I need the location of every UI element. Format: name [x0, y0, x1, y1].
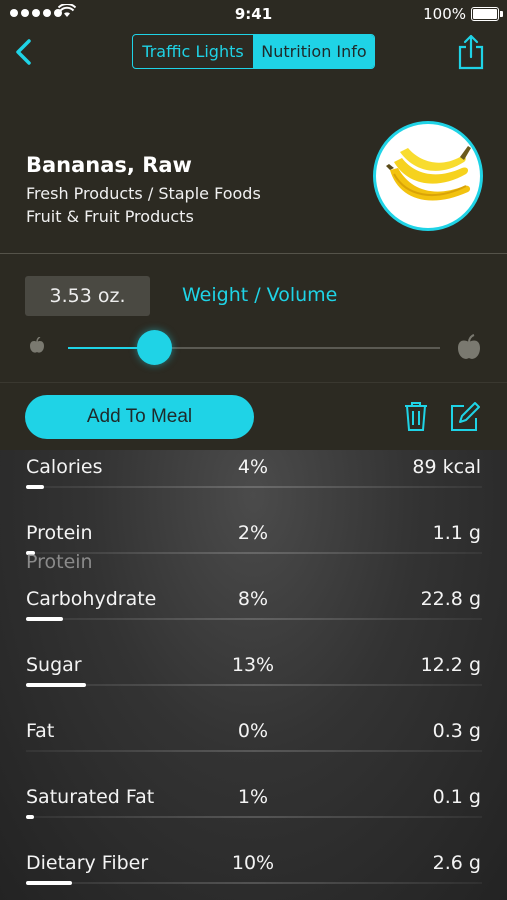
nutrition-list: Calories 4% 89 kcal Protein 2% 1.1 g Pro…	[0, 450, 507, 900]
nutrient-name: Calories	[26, 456, 103, 478]
row-divider	[26, 816, 482, 818]
food-subcategory: Fruit & Fruit Products	[26, 207, 194, 226]
nutrient-bar	[26, 683, 86, 687]
nutrient-row-sugar[interactable]: Sugar 13% 12.2 g	[0, 654, 507, 687]
nutrient-row-saturated-fat[interactable]: Saturated Fat 1% 0.1 g	[0, 786, 507, 819]
slider-thumb[interactable]	[137, 330, 172, 365]
nutrient-bar	[26, 881, 72, 885]
food-image	[373, 121, 483, 231]
small-apple-icon	[30, 337, 44, 353]
trash-icon[interactable]	[404, 400, 428, 432]
row-divider	[26, 552, 482, 554]
nutrient-name: Protein	[26, 522, 93, 544]
banana-illustration	[386, 146, 471, 201]
food-category: Fresh Products / Staple Foods	[26, 184, 261, 203]
nutrient-value: 0.3 g	[432, 720, 481, 742]
weight-slider[interactable]	[68, 330, 440, 365]
nutrient-percent: 2%	[237, 522, 269, 544]
nutrient-name: Carbohydrate	[26, 588, 157, 610]
nutrient-bar	[26, 485, 44, 489]
large-apple-icon	[458, 334, 480, 359]
back-chevron-icon[interactable]	[12, 37, 38, 67]
header-panel: 9:41 100% Traffic Lights Nutrition Info …	[0, 0, 507, 450]
battery-percent: 100%	[423, 5, 466, 23]
nutrient-row-dietary-fiber[interactable]: Dietary Fiber 10% 2.6 g	[0, 852, 507, 885]
row-divider	[26, 750, 482, 752]
drag-ghost-label: Protein	[26, 551, 93, 573]
nutrient-row-protein[interactable]: Protein 2% 1.1 g	[0, 522, 507, 555]
nutrient-name: Saturated Fat	[26, 786, 155, 808]
tab-nutrition-info[interactable]: Nutrition Info	[254, 35, 374, 68]
weight-value[interactable]: 3.53 oz.	[25, 276, 150, 316]
nutrient-percent: 13%	[231, 654, 275, 676]
nutrient-percent: 0%	[237, 720, 269, 742]
nutrient-name: Sugar	[26, 654, 82, 676]
divider	[0, 382, 507, 383]
nutrient-row-fat[interactable]: Fat 0% 0.3 g	[0, 720, 507, 752]
divider	[0, 253, 507, 254]
view-segmented-control: Traffic Lights Nutrition Info	[132, 34, 375, 69]
nutrient-value: 89 kcal	[412, 456, 481, 478]
row-divider	[26, 882, 482, 884]
nutrient-row-carbohydrate[interactable]: Carbohydrate 8% 22.8 g	[0, 588, 507, 621]
nutrient-name: Dietary Fiber	[26, 852, 149, 874]
nutrient-bar	[26, 815, 34, 819]
add-to-meal-button[interactable]: Add To Meal	[25, 395, 254, 439]
status-bar: 9:41 100%	[0, 0, 507, 28]
nutrient-value: 1.1 g	[432, 522, 481, 544]
nutrient-value: 2.6 g	[432, 852, 481, 874]
nutrient-value: 0.1 g	[432, 786, 481, 808]
nutrient-value: 12.2 g	[420, 654, 481, 676]
nutrient-bar	[26, 617, 63, 621]
edit-icon[interactable]	[450, 402, 480, 432]
share-icon[interactable]	[457, 34, 485, 70]
row-divider	[26, 618, 482, 620]
battery-icon	[471, 7, 503, 21]
tab-traffic-lights[interactable]: Traffic Lights	[133, 35, 254, 68]
food-name: Bananas, Raw	[26, 153, 192, 177]
row-divider	[26, 684, 482, 686]
nutrient-percent: 10%	[231, 852, 275, 874]
nutrient-percent: 8%	[237, 588, 269, 610]
nutrient-percent: 4%	[237, 456, 269, 478]
weight-volume-label[interactable]: Weight / Volume	[182, 284, 337, 306]
nutrient-value: 22.8 g	[420, 588, 481, 610]
nutrient-name: Fat	[26, 720, 55, 742]
row-divider	[26, 486, 482, 488]
nutrient-percent: 1%	[237, 786, 269, 808]
nutrient-row-calories[interactable]: Calories 4% 89 kcal	[0, 456, 507, 489]
